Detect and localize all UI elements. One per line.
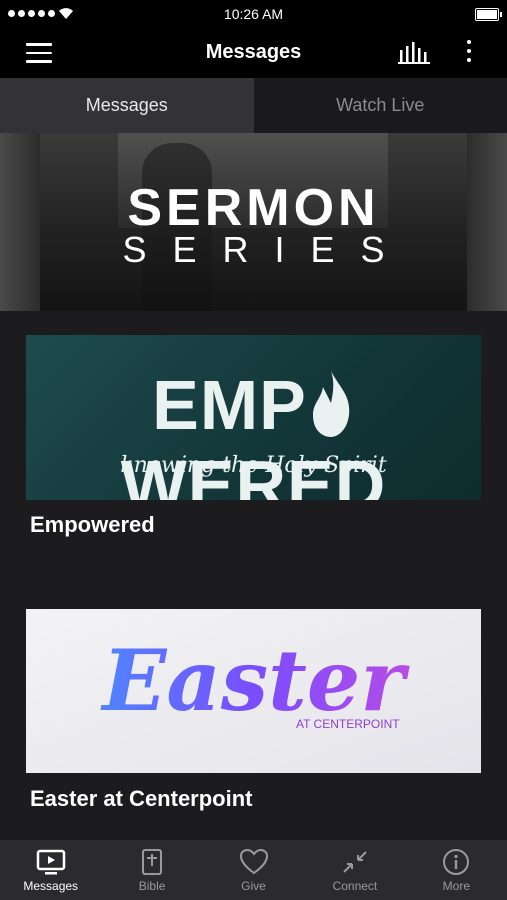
bible-icon <box>142 849 163 875</box>
status-bar: 10:26 AM <box>0 0 507 28</box>
easter-card-image[interactable]: Easter AT CENTERPOINT <box>26 609 481 773</box>
nav-bar: Messages <box>0 28 507 78</box>
tabbar-label: Give <box>241 879 266 893</box>
empowered-card-image[interactable]: EMP WERED knowing the Holy Spirit <box>26 335 481 500</box>
more-options-icon[interactable] <box>464 40 474 68</box>
segment-tabs: Messages Watch Live <box>0 78 507 133</box>
page-title: Messages <box>205 41 302 63</box>
art-title-left: EMP <box>152 366 307 444</box>
tabbar-item-messages[interactable]: Messages <box>0 840 101 900</box>
series-title-empowered[interactable]: Empowered <box>30 512 155 538</box>
status-time: 10:26 AM <box>223 6 284 22</box>
tab-messages[interactable]: Messages <box>0 78 254 133</box>
empowered-art-title: EMP WERED <box>26 365 481 500</box>
tabbar-label: Bible <box>138 879 166 893</box>
tab-watch-live[interactable]: Watch Live <box>253 78 507 133</box>
flame-icon <box>312 371 350 437</box>
bottom-tab-bar: Messages Bible Give Connect More <box>0 840 507 900</box>
tabbar-label: More <box>442 879 470 893</box>
tabbar-item-give[interactable]: Give <box>203 840 304 900</box>
tabbar-item-bible[interactable]: Bible <box>101 840 202 900</box>
tv-icon <box>36 849 65 875</box>
empowered-art-subtitle: knowing the Holy Spirit <box>120 453 387 478</box>
series-title-easter[interactable]: Easter at Centerpoint <box>30 786 253 812</box>
tabbar-item-connect[interactable]: Connect <box>304 840 405 900</box>
tabbar-item-more[interactable]: More <box>406 840 507 900</box>
battery-icon <box>475 8 502 21</box>
banner-subtitle: SERIES <box>122 229 411 270</box>
tabbar-label: Connect <box>332 879 378 893</box>
sermon-series-banner: SERMON SERIES <box>0 133 507 311</box>
heart-icon <box>239 848 268 875</box>
audio-bars-icon[interactable] <box>398 42 430 64</box>
info-icon <box>443 849 470 875</box>
easter-art-title: Easter <box>26 631 481 730</box>
tabbar-label: Messages <box>23 879 79 893</box>
easter-art-subtitle: AT CENTERPOINT <box>296 717 400 731</box>
connect-icon <box>343 851 367 873</box>
